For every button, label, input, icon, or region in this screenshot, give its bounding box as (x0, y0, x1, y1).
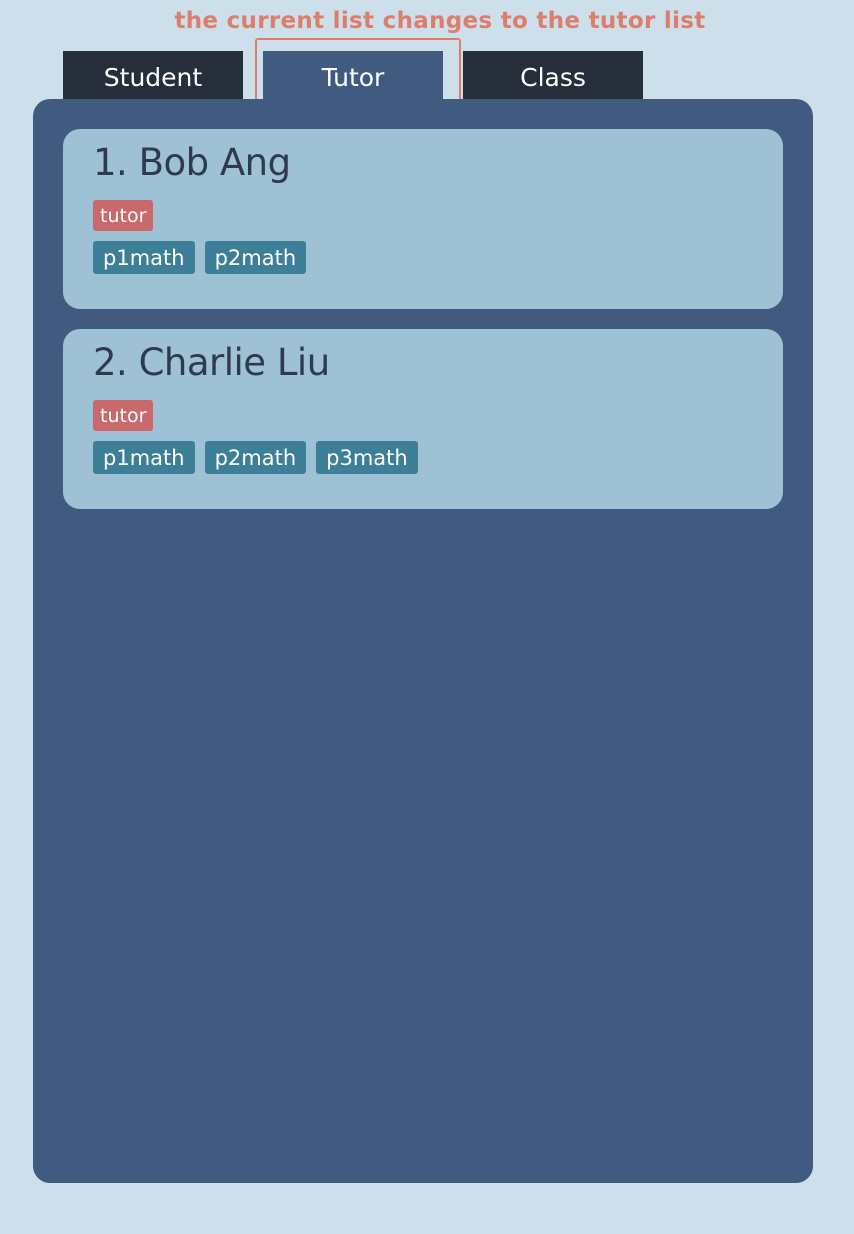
tab-student[interactable]: Student (63, 51, 243, 100)
subject-tag: p2math (204, 441, 307, 474)
subject-tag: p3math (316, 441, 418, 474)
tutor-list-panel[interactable]: 1. Bob Ang tutor p1math p2math 2. Charli… (33, 99, 813, 1183)
subject-tag: p2math (204, 241, 307, 274)
list-item[interactable]: 1. Bob Ang tutor p1math p2math (63, 129, 783, 309)
list-item[interactable]: 2. Charlie Liu tutor p1math p2math p3mat… (63, 329, 783, 509)
tab-tutor[interactable]: Tutor (263, 51, 443, 100)
tutor-name: 1. Bob Ang (93, 141, 291, 184)
tutor-name: 2. Charlie Liu (93, 341, 330, 384)
subject-tag-list: p1math p2math (93, 241, 307, 274)
subject-tag: p1math (93, 241, 195, 274)
subject-tag: p1math (93, 441, 195, 474)
subject-tag-list: p1math p2math p3math (93, 441, 418, 474)
annotation-caption: the current list changes to the tutor li… (174, 8, 706, 34)
tab-class[interactable]: Class (463, 51, 643, 100)
role-badge: tutor (93, 200, 154, 231)
role-badge: tutor (93, 400, 154, 431)
